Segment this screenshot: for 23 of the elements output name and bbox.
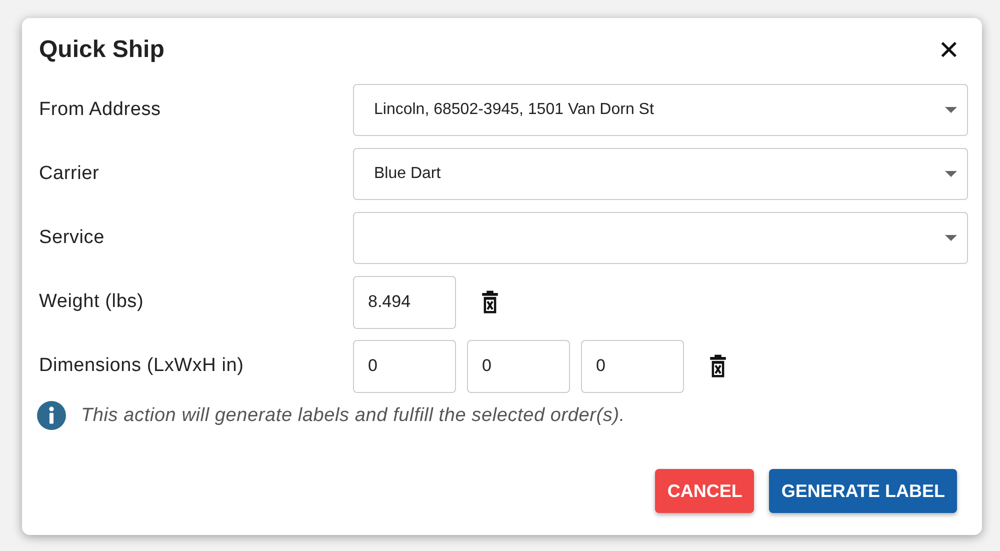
caret-icon [945, 235, 957, 241]
input-field[interactable]: 0 [467, 340, 570, 392]
input-field[interactable]: 8.494 [353, 276, 456, 328]
trash-icon[interactable] [481, 290, 499, 314]
dialog-title: Quick Ship [39, 36, 164, 64]
notice-text: This action will generate labels and fulfill the selected order(s). [81, 404, 625, 426]
cancel-button[interactable]: CANCEL [655, 469, 754, 513]
field-label: Service [39, 227, 106, 249]
field-label: Carrier [39, 163, 100, 185]
field-label: From Address [39, 99, 162, 121]
caret-icon [945, 107, 957, 113]
select-field[interactable]: Blue Dart [353, 148, 968, 200]
select-field[interactable] [353, 212, 968, 264]
trash-icon[interactable] [709, 354, 727, 378]
generate-label-button[interactable]: GENERATE LABEL [769, 469, 957, 513]
input-field[interactable]: 0 [353, 340, 456, 392]
select-field[interactable]: Lincoln, 68502-3945, 1501 Van Dorn St [353, 84, 968, 136]
input-field[interactable]: 0 [581, 340, 684, 392]
field-label: Weight (lbs) [39, 291, 145, 313]
close-button[interactable]: ✕ [930, 34, 968, 66]
caret-icon [945, 171, 957, 177]
info-icon [37, 401, 66, 430]
field-label: Dimensions (LxWxH in) [39, 355, 245, 377]
